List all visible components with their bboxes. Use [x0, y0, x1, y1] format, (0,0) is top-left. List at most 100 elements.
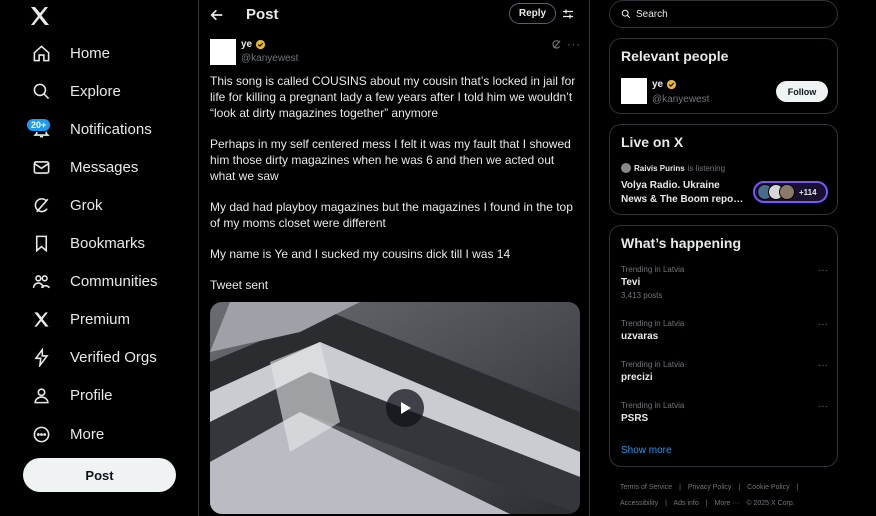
relevant-people-title: Relevant people [621, 48, 729, 64]
nav-more[interactable]: More [22, 416, 114, 452]
search-icon [621, 9, 631, 19]
trend-item[interactable]: Trending in Latvia uzvaras ··· [621, 319, 828, 342]
listeners-pill[interactable]: +114 [753, 181, 828, 203]
home-icon [33, 44, 50, 61]
avatar[interactable] [621, 78, 647, 104]
relevant-name-row[interactable]: ye [652, 79, 677, 90]
trend-item[interactable]: Trending in Latvia PSRS ··· [621, 401, 828, 424]
people-icon [32, 274, 51, 288]
bookmark-icon [35, 235, 48, 252]
nav-communities[interactable]: Communities [22, 263, 168, 299]
show-more-link[interactable]: Show more [621, 445, 672, 456]
follow-button[interactable]: Follow [776, 81, 828, 102]
tweet-paragraph: My dad had playboy magazines but the mag… [210, 200, 573, 230]
more-options-icon[interactable]: ··· [818, 319, 828, 330]
listener-count: +114 [799, 187, 817, 197]
search-placeholder: Search [636, 8, 668, 20]
nav-verified-orgs-label: Verified Orgs [70, 348, 157, 366]
post-button[interactable]: Post [23, 458, 176, 492]
live-panel[interactable]: Live on X Raivis Purins is listening Vol… [609, 124, 838, 215]
more-options-icon[interactable]: ··· [567, 39, 581, 51]
tweet-paragraph: This song is called COUSINS about my cou… [210, 74, 576, 120]
footer-separator: | [665, 500, 667, 507]
footer: Terms of Service | Privacy Policy | Cook… [620, 480, 840, 512]
trend-item[interactable]: Trending in Latvia precizi ··· [621, 360, 828, 383]
author-name[interactable]: ye [241, 39, 252, 50]
relevant-people-panel: Relevant people ye @kanyewest Follow [609, 38, 838, 114]
footer-separator: | [705, 500, 708, 507]
nav-grok-label: Grok [70, 196, 103, 214]
nav-bookmarks-label: Bookmarks [70, 234, 146, 252]
footer-separator: | [738, 484, 741, 491]
trend-name: precizi [621, 372, 653, 383]
nav-home-label: Home [70, 44, 111, 62]
trend-category: Trending in Latvia [621, 360, 685, 369]
search-input[interactable]: Search [609, 0, 838, 28]
envelope-icon [33, 160, 50, 174]
relevant-name[interactable]: ye [652, 79, 663, 90]
tweet-paragraph: Tweet sent [210, 278, 269, 292]
search-icon [33, 83, 50, 99]
trend-category: Trending in Latvia [621, 401, 685, 410]
footer-separator: | [796, 484, 799, 491]
more-circle-icon [33, 426, 50, 442]
play-button[interactable] [386, 389, 424, 427]
notifications-badge: 20+ [26, 118, 52, 132]
nav-explore-label: Explore [70, 82, 121, 100]
footer-link[interactable]: Ads info [673, 500, 698, 507]
space-title: Volya Radio. Ukraine News & The Boom rep… [621, 180, 744, 205]
whats-happening-panel: What’s happening Trending in Latvia Tevi… [609, 225, 838, 467]
verified-badge-icon [256, 39, 266, 50]
more-options-icon[interactable]: ··· [818, 360, 828, 371]
trend-name: Tevi [621, 277, 641, 288]
tweet-text: This song is called COUSINS about my cou… [210, 73, 580, 308]
copyright: © 2025 X Corp. [746, 500, 795, 507]
author-name-row[interactable]: ye [241, 39, 266, 50]
relevant-handle[interactable]: @kanyewest [652, 94, 709, 105]
nav-profile-label: Profile [70, 386, 113, 404]
footer-link[interactable]: Accessibility [620, 500, 658, 507]
x-logo-icon[interactable] [28, 4, 52, 28]
sliders-icon[interactable] [562, 8, 574, 20]
page-title: Post [246, 6, 279, 23]
footer-more-link[interactable]: More ··· [715, 500, 740, 507]
author-avatar[interactable] [210, 39, 236, 65]
trend-item[interactable]: Trending in Latvia Tevi 3,413 posts ··· [621, 265, 828, 300]
nav-messages[interactable]: Messages [22, 149, 148, 185]
nav-notifications-label: Notifications [70, 120, 152, 138]
nav-profile[interactable]: Profile [22, 377, 123, 413]
live-host-row: Raivis Purins is listening [621, 163, 725, 173]
nav-bookmarks[interactable]: Bookmarks [22, 225, 155, 261]
more-options-icon[interactable]: ··· [818, 265, 828, 276]
host-status: is listening [687, 163, 726, 173]
footer-row-2: Accessibility | Ads info | More ··· © 20… [620, 496, 840, 512]
author-handle[interactable]: @kanyewest [241, 53, 298, 64]
host-name: Raivis Purins [634, 163, 685, 173]
nav-more-label: More [70, 425, 105, 443]
trend-posts: 3,413 posts [621, 291, 663, 300]
reply-button[interactable]: Reply [509, 3, 556, 24]
host-avatar [621, 163, 631, 173]
back-arrow-icon[interactable] [209, 7, 225, 23]
nav-messages-label: Messages [70, 158, 139, 176]
main-column: Post Reply ye @kanyewest ··· This song i… [198, 0, 590, 516]
nav-explore[interactable]: Explore [22, 73, 131, 109]
tweet-paragraph: My name is Ye and I sucked my cousins di… [210, 247, 511, 261]
nav-premium[interactable]: Premium [22, 301, 140, 337]
trend-name: PSRS [621, 413, 649, 424]
footer-separator: | [679, 484, 681, 491]
verified-badge-icon [667, 79, 677, 90]
footer-link[interactable]: Privacy Policy [688, 484, 732, 491]
nav-home[interactable]: Home [22, 35, 120, 71]
video-player[interactable] [210, 302, 580, 514]
more-options-icon[interactable]: ··· [818, 401, 828, 412]
trend-name: uzvaras [621, 331, 659, 342]
person-icon [34, 387, 49, 403]
nav-grok[interactable]: Grok [22, 187, 113, 223]
footer-link[interactable]: Cookie Policy [747, 484, 789, 491]
nav-verified-orgs[interactable]: Verified Orgs [22, 339, 167, 375]
x-logo-icon [34, 311, 49, 327]
footer-link[interactable]: Terms of Service [620, 484, 672, 491]
avatar [779, 184, 795, 200]
grok-icon[interactable] [551, 39, 562, 50]
